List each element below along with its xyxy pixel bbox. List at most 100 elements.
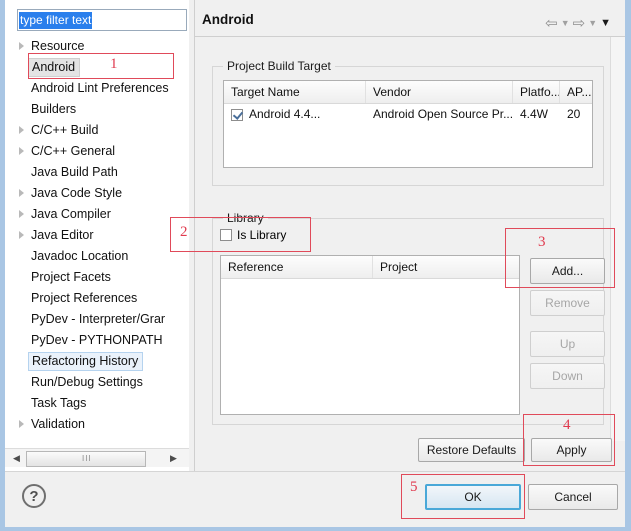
tree-item-android-lint-preferences[interactable]: Android Lint Preferences bbox=[5, 78, 189, 99]
column-platform[interactable]: Platfo... bbox=[513, 81, 560, 103]
add-button[interactable]: Add... bbox=[530, 258, 605, 284]
reference-table-header: Reference Project bbox=[221, 256, 519, 279]
tree-item-java-compiler[interactable]: Java Compiler bbox=[5, 204, 189, 225]
column-target-name[interactable]: Target Name bbox=[224, 81, 366, 103]
tree-item-java-editor[interactable]: Java Editor bbox=[5, 225, 189, 246]
tree-item-java-build-path[interactable]: Java Build Path bbox=[5, 162, 189, 183]
tree-item-label: PyDev - Interpreter/Grar bbox=[31, 312, 166, 326]
library-title: Library bbox=[223, 211, 268, 225]
tree-item-validation[interactable]: Validation bbox=[5, 414, 189, 435]
down-button[interactable]: Down bbox=[530, 363, 605, 389]
tree-item-c-c-build[interactable]: C/C++ Build bbox=[5, 120, 189, 141]
annotation-number-2: 2 bbox=[180, 224, 188, 240]
tree-item-label: Project References bbox=[31, 291, 138, 305]
expand-arrow-icon[interactable] bbox=[19, 231, 24, 239]
cancel-button[interactable]: Cancel bbox=[528, 484, 618, 510]
tree-item-c-c-general[interactable]: C/C++ General bbox=[5, 141, 189, 162]
tree-item-label: Android Lint Preferences bbox=[31, 81, 169, 95]
tree-item-label: Validation bbox=[31, 417, 85, 431]
cell-api: 20 bbox=[567, 107, 581, 121]
page-menu-chevron-icon[interactable]: ▼ bbox=[600, 17, 611, 29]
is-library-label: Is Library bbox=[237, 228, 287, 242]
page-title: Android bbox=[202, 12, 254, 27]
back-arrow-icon[interactable]: ⇦ bbox=[545, 14, 558, 32]
tree-item-run-debug-settings[interactable]: Run/Debug Settings bbox=[5, 372, 189, 393]
up-button[interactable]: Up bbox=[530, 331, 605, 357]
tree-item-resource[interactable]: Resource bbox=[5, 36, 189, 57]
history-navigation: ⇦ ▼ ⇨ ▼ ▼ bbox=[545, 14, 611, 32]
dialog-footer: ? OK Cancel bbox=[5, 471, 625, 527]
project-build-target-title: Project Build Target bbox=[223, 59, 335, 73]
tree-item-label: Resource bbox=[31, 39, 85, 53]
tree-horizontal-scrollbar[interactable]: ◀ III ▶ bbox=[5, 448, 189, 467]
target-checkbox[interactable] bbox=[231, 108, 243, 121]
expand-arrow-icon[interactable] bbox=[19, 420, 24, 428]
tree-item-label: Java Editor bbox=[31, 228, 94, 242]
tree-item-label: Builders bbox=[31, 102, 77, 116]
target-name-text: Android 4.4... bbox=[249, 107, 321, 121]
tree-item-pydev-interpreter-grar[interactable]: PyDev - Interpreter/Grar bbox=[5, 309, 189, 330]
tree-item-pydev-pythonpath[interactable]: PyDev - PYTHONPATH bbox=[5, 330, 189, 351]
tree-item-refactoring-history[interactable]: Refactoring History bbox=[5, 351, 189, 372]
annotation-number-1: 1 bbox=[110, 56, 118, 72]
build-target-table-header: Target Name Vendor Platfo... AP... bbox=[224, 81, 592, 104]
expand-arrow-icon[interactable] bbox=[19, 189, 24, 197]
header-separator bbox=[194, 36, 625, 37]
cell-platform: 4.4W bbox=[520, 107, 549, 121]
back-dropdown-chevron-icon[interactable]: ▼ bbox=[561, 18, 570, 28]
pane-divider bbox=[194, 0, 195, 471]
ok-button[interactable]: OK bbox=[425, 484, 521, 510]
preferences-tree[interactable]: Resource Android Android Lint Preferences B… bbox=[5, 36, 189, 435]
remove-button[interactable]: Remove bbox=[530, 290, 605, 316]
tree-item-android[interactable]: Android bbox=[5, 57, 189, 78]
settings-vertical-scrollbar[interactable] bbox=[610, 37, 625, 441]
annotation-number-5: 5 bbox=[410, 479, 418, 495]
cell-target-name[interactable]: Android 4.4... bbox=[224, 104, 366, 125]
is-library-checkbox[interactable] bbox=[220, 229, 232, 241]
scroll-left-arrow-icon[interactable]: ◀ bbox=[8, 449, 25, 467]
tree-item-label: C/C++ General bbox=[31, 144, 116, 158]
expand-arrow-icon[interactable] bbox=[19, 210, 24, 218]
restore-defaults-button[interactable]: Restore Defaults bbox=[418, 438, 525, 462]
library-reference-table[interactable]: Reference Project bbox=[220, 255, 520, 415]
is-library-row[interactable]: Is Library bbox=[220, 228, 286, 242]
forward-dropdown-chevron-icon[interactable]: ▼ bbox=[588, 18, 597, 28]
forward-arrow-icon[interactable]: ⇨ bbox=[573, 14, 586, 32]
column-project[interactable]: Project bbox=[373, 256, 519, 278]
tree-item-label: Java Build Path bbox=[31, 165, 118, 179]
tree-item-javadoc-location[interactable]: Javadoc Location bbox=[5, 246, 189, 267]
table-row[interactable]: Android 4.4... Android Open Source Pr...… bbox=[224, 104, 592, 125]
tree-item-task-tags[interactable]: Task Tags bbox=[5, 393, 189, 414]
android-settings-pane: Android ⇦ ▼ ⇨ ▼ ▼ Project Build Target T… bbox=[194, 0, 625, 471]
column-reference[interactable]: Reference bbox=[221, 256, 373, 278]
cell-vendor: Android Open Source Pr... bbox=[373, 107, 513, 121]
tree-item-label: Refactoring History bbox=[28, 352, 144, 371]
tree-item-label: Java Compiler bbox=[31, 207, 111, 221]
tree-item-java-code-style[interactable]: Java Code Style bbox=[5, 183, 189, 204]
column-api[interactable]: AP... bbox=[560, 81, 592, 103]
annotation-number-3: 3 bbox=[538, 234, 546, 250]
tree-item-label: Javadoc Location bbox=[31, 249, 129, 263]
scroll-right-arrow-icon[interactable]: ▶ bbox=[165, 449, 182, 467]
expand-arrow-icon[interactable] bbox=[19, 42, 24, 50]
tree-item-label: Project Facets bbox=[31, 270, 111, 284]
apply-button[interactable]: Apply bbox=[531, 438, 612, 462]
tree-item-label: C/C++ Build bbox=[31, 123, 99, 137]
filter-input[interactable]: type filter text bbox=[17, 9, 187, 31]
preferences-tree-pane: type filter text Resource Android Android … bbox=[5, 0, 189, 471]
tree-item-project-references[interactable]: Project References bbox=[5, 288, 189, 309]
column-vendor[interactable]: Vendor bbox=[366, 81, 513, 103]
window-edge-right bbox=[625, 0, 631, 531]
tree-item-builders[interactable]: Builders bbox=[5, 99, 189, 120]
expand-arrow-icon[interactable] bbox=[19, 147, 24, 155]
tree-item-label: PyDev - PYTHONPATH bbox=[31, 333, 163, 347]
help-icon[interactable]: ? bbox=[22, 484, 46, 508]
tree-item-project-facets[interactable]: Project Facets bbox=[5, 267, 189, 288]
filter-input-value: type filter text bbox=[19, 12, 93, 29]
tree-item-label: Java Code Style bbox=[31, 186, 123, 200]
tree-item-label: Task Tags bbox=[31, 396, 87, 410]
build-target-table[interactable]: Target Name Vendor Platfo... AP... Andro… bbox=[223, 80, 593, 168]
scrollbar-grip-icon: III bbox=[82, 454, 92, 463]
expand-arrow-icon[interactable] bbox=[19, 126, 24, 134]
scrollbar-thumb[interactable]: III bbox=[26, 451, 146, 467]
